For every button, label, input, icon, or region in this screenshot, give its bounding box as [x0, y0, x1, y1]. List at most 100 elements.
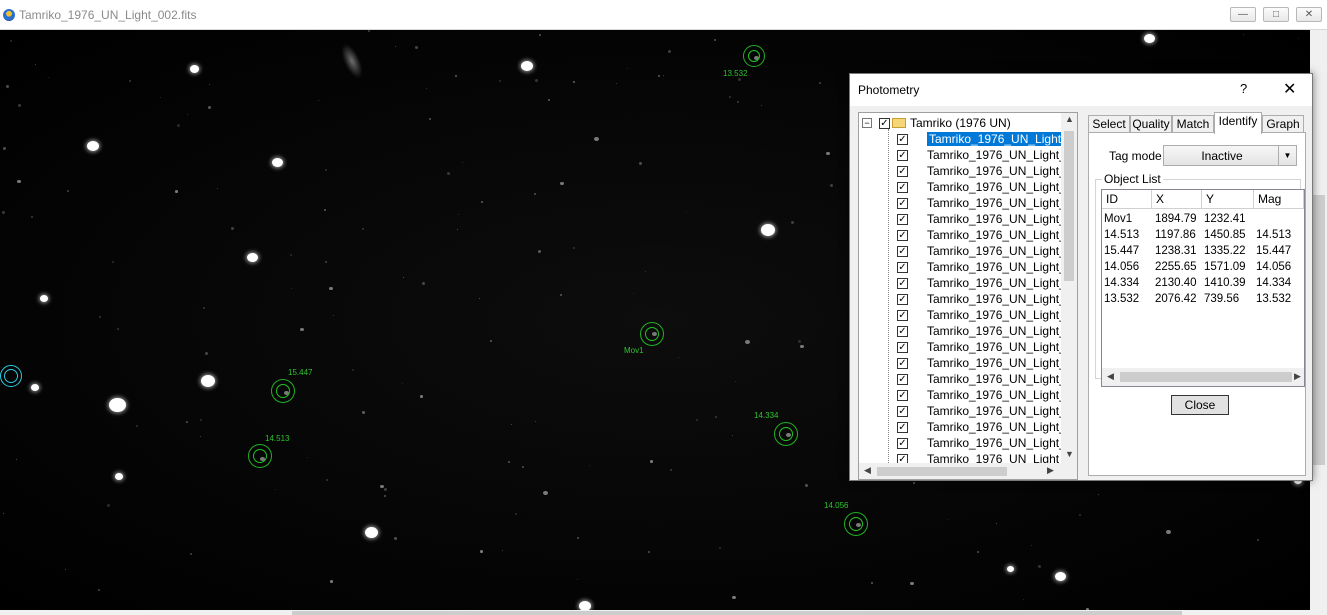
image-tree[interactable]: − ✓ Tamriko (1976 UN) ✓ Tamriko_1976_UN_L…	[858, 112, 1078, 480]
checkbox[interactable]: ✓	[897, 438, 908, 449]
scroll-left-icon[interactable]: ◀	[864, 465, 871, 476]
object-list-horizontal-scrollbar[interactable]: ◀ ▶	[1102, 368, 1304, 386]
object-row[interactable]: 14.513 1197.86 1450.85 14.513	[1102, 228, 1304, 244]
tree-item[interactable]: ✓ Tamriko_1976_UN_Light_0	[859, 419, 1072, 435]
tree-item[interactable]: ✓ Tamriko_1976_UN_Light_0	[859, 259, 1072, 275]
star	[40, 295, 48, 302]
object-cell: 1232.41	[1204, 213, 1246, 225]
object-row[interactable]: 14.056 2255.65 1571.09 14.056	[1102, 260, 1304, 276]
checkbox[interactable]: ✓	[897, 150, 908, 161]
object-row[interactable]: Mov1 1894.79 1232.41	[1102, 212, 1304, 228]
tree-item[interactable]: ✓ Tamriko_1976_UN_Light_0	[859, 227, 1072, 243]
tree-item[interactable]: ✓ Tamriko_1976_UN_Light_0	[859, 147, 1072, 163]
checkbox[interactable]: ✓	[897, 390, 908, 401]
column-header[interactable]: Y	[1202, 190, 1254, 209]
faint-star	[1098, 494, 1099, 495]
checkbox[interactable]: ✓	[897, 262, 908, 273]
dialog-title-bar: Photometry ? ✕	[850, 74, 1312, 106]
checkbox[interactable]: ✓	[897, 246, 908, 257]
checkbox[interactable]: ✓	[897, 374, 908, 385]
column-header[interactable]: ID	[1102, 190, 1152, 209]
marker-label: 14.513	[265, 434, 290, 443]
checkbox[interactable]: ✓	[897, 294, 908, 305]
star	[272, 158, 283, 168]
tab-select[interactable]: Select	[1088, 115, 1130, 133]
tree-item[interactable]: ✓ Tamriko_1976_UN_Light_0	[859, 307, 1072, 323]
marker-label: Mov1	[624, 346, 644, 355]
tree-item[interactable]: ✓ Tamriko_1976_UN_Light_0	[859, 323, 1072, 339]
scroll-thumb[interactable]	[877, 467, 1007, 476]
scroll-right-icon[interactable]: ▶	[1047, 465, 1054, 476]
tree-item[interactable]: ✓ Tamriko_1976_UN_Light_0	[859, 131, 1077, 147]
tab-match[interactable]: Match	[1172, 115, 1214, 133]
object-list[interactable]: ID X Y Mag Mov1 1894.79 1232.41 14.513 1197.…	[1101, 189, 1305, 387]
star	[330, 580, 333, 583]
tree-item-label: Tamriko_1976_UN_Light_0	[927, 212, 1073, 226]
tree-item[interactable]: ✓ Tamriko_1976_UN_Light_0	[859, 163, 1072, 179]
column-header[interactable]: Mag	[1254, 190, 1304, 209]
checkbox[interactable]: ✓	[897, 278, 908, 289]
tree-item[interactable]: ✓ Tamriko_1976_UN_Light_0	[859, 371, 1072, 387]
object-row[interactable]: 15.447 1238.31 1335.22 15.447	[1102, 244, 1304, 260]
tab-graph[interactable]: Graph	[1262, 115, 1304, 133]
checkbox[interactable]: ✓	[897, 166, 908, 177]
checkbox[interactable]: ✓	[897, 214, 908, 225]
dialog-close-icon[interactable]: ✕	[1283, 79, 1296, 99]
tree-item[interactable]: ✓ Tamriko_1976_UN_Light_0	[859, 275, 1072, 291]
faint-star	[3, 513, 4, 514]
tree-item[interactable]: ✓ Tamriko_1976_UN_Light_0	[859, 435, 1072, 451]
collapse-icon[interactable]: −	[862, 118, 872, 128]
tag-mode-select[interactable]: Inactive ▼	[1163, 145, 1297, 166]
scroll-thumb[interactable]	[1312, 195, 1325, 465]
checkbox[interactable]: ✓	[897, 406, 908, 417]
scroll-left-icon[interactable]: ◀	[1107, 371, 1114, 382]
checkbox[interactable]: ✓	[897, 134, 908, 145]
checkbox[interactable]: ✓	[897, 198, 908, 209]
checkbox[interactable]: ✓	[897, 326, 908, 337]
faint-star	[686, 211, 687, 212]
tree-vertical-scrollbar[interactable]: ▲ ▼	[1061, 113, 1077, 463]
faint-star	[65, 569, 66, 570]
tree-item[interactable]: ✓ Tamriko_1976_UN_Light_0	[859, 355, 1072, 371]
tree-horizontal-scrollbar[interactable]: ◀ ▶	[859, 463, 1077, 479]
tab-identify[interactable]: Identify	[1214, 112, 1262, 134]
tree-item[interactable]: ✓ Tamriko_1976_UN_Light_0	[859, 179, 1072, 195]
tree-item[interactable]: ✓ Tamriko_1976_UN_Light_0	[859, 291, 1072, 307]
tab-quality[interactable]: Quality	[1130, 115, 1172, 133]
scroll-thumb[interactable]	[1120, 372, 1292, 382]
scroll-thumb[interactable]	[1064, 131, 1074, 281]
scroll-down-icon[interactable]: ▼	[1065, 449, 1074, 459]
minimize-button[interactable]: —	[1230, 7, 1256, 22]
tree-item[interactable]: ✓ Tamriko_1976_UN_Light_0	[859, 195, 1072, 211]
help-button[interactable]: ?	[1240, 81, 1247, 96]
faint-star	[947, 519, 948, 520]
tree-item[interactable]: ✓ Tamriko_1976_UN_Light_0	[859, 403, 1072, 419]
close-window-button[interactable]: ✕	[1296, 7, 1322, 22]
checkbox[interactable]: ✓	[897, 230, 908, 241]
checkbox[interactable]: ✓	[879, 118, 890, 129]
checkbox[interactable]: ✓	[897, 422, 908, 433]
checkbox[interactable]: ✓	[897, 182, 908, 193]
faint-star	[819, 82, 821, 84]
tree-item[interactable]: ✓ Tamriko_1976_UN_Light_0	[859, 211, 1073, 227]
checkbox[interactable]: ✓	[897, 310, 908, 321]
star	[1144, 34, 1155, 44]
scroll-up-icon[interactable]: ▲	[1065, 114, 1074, 124]
object-row[interactable]: 14.334 2130.40 1410.39 14.334	[1102, 276, 1304, 292]
chevron-down-icon[interactable]: ▼	[1278, 146, 1296, 165]
faint-star	[177, 124, 180, 127]
maximize-button[interactable]: □	[1263, 7, 1289, 22]
image-horizontal-scrollbar[interactable]	[0, 610, 1327, 615]
close-button[interactable]: Close	[1171, 395, 1229, 415]
tree-item[interactable]: ✓ Tamriko_1976_UN_Light_0	[859, 387, 1072, 403]
object-cell: 1450.85	[1204, 229, 1246, 241]
checkbox[interactable]: ✓	[897, 358, 908, 369]
object-row[interactable]: 13.532 2076.42 739.56 13.532	[1102, 292, 1304, 308]
scroll-right-icon[interactable]: ▶	[1294, 371, 1301, 382]
checkbox[interactable]: ✓	[897, 342, 908, 353]
column-header[interactable]: X	[1152, 190, 1202, 209]
tree-root[interactable]: − ✓ Tamriko (1976 UN)	[859, 115, 1069, 131]
scroll-thumb[interactable]	[292, 611, 1182, 615]
tree-item[interactable]: ✓ Tamriko_1976_UN_Light_0	[859, 243, 1072, 259]
tree-item[interactable]: ✓ Tamriko_1976_UN_Light_0	[859, 339, 1072, 355]
